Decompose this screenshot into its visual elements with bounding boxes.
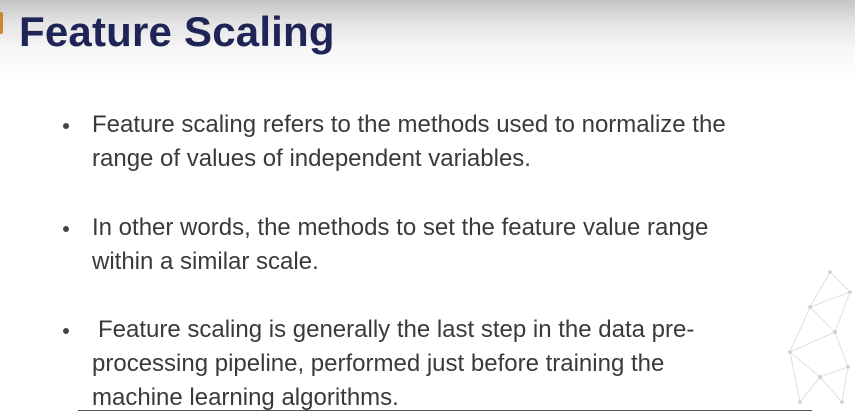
bullet-line: Feature scaling refers to the methods us…	[92, 111, 726, 138]
bullet-dot-icon	[63, 123, 69, 129]
bullet-line: within a similar scale.	[92, 248, 319, 275]
bullet-line: processing pipeline, performed just befo…	[92, 350, 665, 377]
bullet-text: Feature scaling is generally the last st…	[92, 313, 792, 412]
bullet-list: Feature scaling refers to the methods us…	[0, 0, 855, 412]
footer-divider	[78, 410, 812, 411]
bullet-line: In other words, the methods to set the f…	[92, 214, 709, 241]
bullet-line: machine learning algorithms.	[92, 384, 399, 411]
network-graph-decoration	[788, 270, 852, 404]
bullet-dot-icon	[63, 328, 69, 334]
bullet-text: In other words, the methods to set the f…	[92, 211, 792, 279]
bullet-line: range of values of independent variables…	[92, 145, 531, 172]
bullet-dot-icon	[63, 226, 69, 232]
bullet-line: Feature scaling is generally the last st…	[98, 316, 695, 343]
slide: Feature Scaling Feature scaling refers t…	[0, 0, 855, 412]
bullet-text: Feature scaling refers to the methods us…	[92, 108, 792, 176]
